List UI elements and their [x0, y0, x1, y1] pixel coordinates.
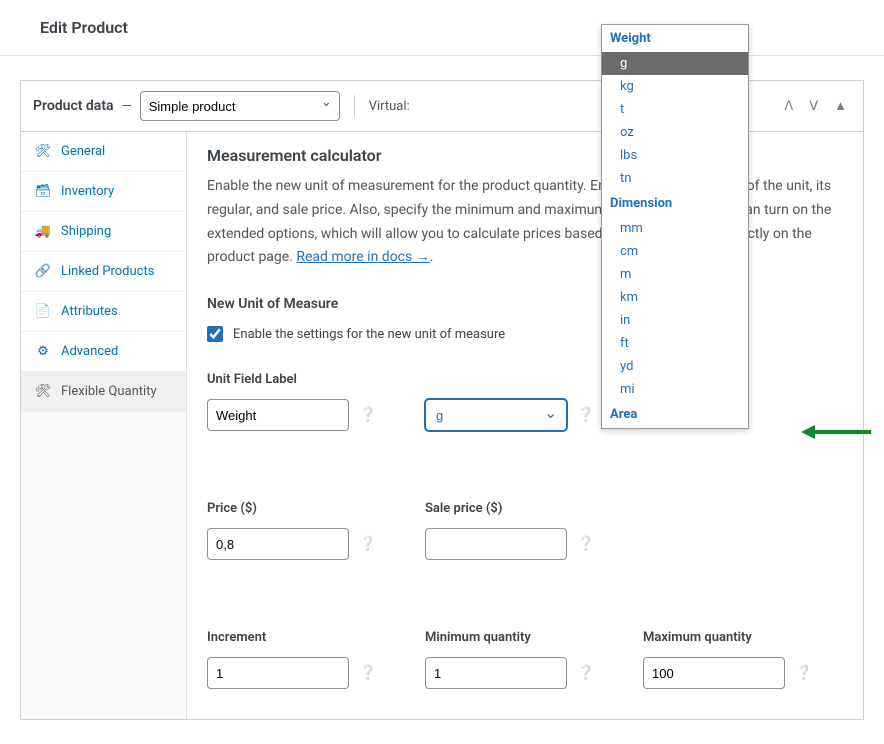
dropdown-group: Dimension — [602, 190, 748, 217]
dropdown-option[interactable]: t — [602, 98, 748, 121]
help-icon[interactable]: ❔ — [795, 664, 813, 682]
dropdown-option[interactable]: mi — [602, 378, 748, 401]
enable-checkbox-label: Enable the settings for the new unit of … — [233, 327, 505, 342]
tab-shipping[interactable]: 🚚 Shipping — [21, 212, 186, 252]
tab-label: Linked Products — [61, 264, 154, 279]
dropdown-group: Area — [602, 401, 748, 428]
annotation-arrow-icon — [801, 420, 871, 444]
panel-down-icon[interactable]: ᐯ — [805, 97, 822, 116]
tab-label: Advanced — [61, 344, 118, 359]
dropdown-option[interactable]: kg — [602, 75, 748, 98]
increment-input[interactable] — [207, 657, 349, 689]
unit-field-label-title: Unit Field Label — [207, 372, 407, 387]
max-qty-input[interactable] — [643, 657, 785, 689]
help-icon[interactable]: ❔ — [359, 406, 377, 424]
enable-checkbox[interactable] — [207, 326, 223, 342]
dropdown-option[interactable]: sq mm — [602, 428, 748, 429]
tab-general[interactable]: 🛠 General — [21, 132, 186, 172]
dropdown-option[interactable]: g — [602, 52, 748, 75]
tabs-sidebar: 🛠 General 🗃 Inventory 🚚 Shipping 🔗 Linke… — [21, 132, 187, 719]
product-data-panel: Product data — Simple product Virtual: ᐱ… — [20, 80, 864, 720]
docs-link[interactable]: Read more in docs → — [296, 249, 429, 265]
price-label: Price ($) — [207, 501, 407, 516]
unit-select-label — [425, 372, 625, 387]
dropdown-group: Weight — [602, 25, 748, 52]
tab-advanced[interactable]: ⚙ Advanced — [21, 332, 186, 372]
price-input[interactable] — [207, 528, 349, 560]
help-icon[interactable]: ❔ — [577, 664, 595, 682]
virtual-label: Virtual: — [369, 99, 410, 114]
dropdown-option[interactable]: m — [602, 263, 748, 286]
tab-flexible-quantity[interactable]: 🛠 Flexible Quantity — [21, 372, 186, 412]
min-qty-input[interactable] — [425, 657, 567, 689]
wrench-icon: 🛠 — [35, 144, 51, 159]
tab-label: Inventory — [61, 184, 114, 199]
sale-price-input[interactable] — [425, 528, 567, 560]
note-icon: 📄 — [35, 304, 51, 319]
help-icon[interactable]: ❔ — [577, 535, 595, 553]
panel-toggle-icon[interactable]: ▲ — [830, 96, 851, 116]
dropdown-option[interactable]: cm — [602, 240, 748, 263]
wrench-icon: 🛠 — [35, 384, 51, 399]
help-icon[interactable]: ❔ — [359, 535, 377, 553]
increment-label: Increment — [207, 630, 407, 645]
unit-select[interactable]: g — [425, 399, 567, 431]
dropdown-option[interactable]: ft — [602, 332, 748, 355]
archive-icon: 🗃 — [35, 184, 51, 199]
dropdown-option[interactable]: oz — [602, 121, 748, 144]
tab-content: Measurement calculator Enable the new un… — [187, 132, 863, 719]
gear-icon: ⚙ — [35, 344, 51, 359]
dropdown-option[interactable]: yd — [602, 355, 748, 378]
sale-price-label: Sale price ($) — [425, 501, 625, 516]
help-icon[interactable]: ❔ — [577, 406, 595, 424]
link-icon: 🔗 — [35, 264, 51, 279]
tab-label: General — [61, 144, 105, 159]
panel-up-icon[interactable]: ᐱ — [780, 97, 797, 116]
tab-label: Flexible Quantity — [61, 384, 157, 399]
product-type-select[interactable]: Simple product — [140, 91, 340, 121]
dropdown-option[interactable]: mm — [602, 217, 748, 240]
unit-dropdown-popup[interactable]: WeightgkgtozlbstnDimensionmmcmmkminftydm… — [601, 24, 749, 429]
dash: — — [122, 99, 132, 114]
dropdown-option[interactable]: lbs — [602, 144, 748, 167]
help-icon[interactable]: ❔ — [359, 664, 377, 682]
dropdown-option[interactable]: km — [602, 286, 748, 309]
tab-linked-products[interactable]: 🔗 Linked Products — [21, 252, 186, 292]
tab-label: Shipping — [61, 224, 111, 239]
tab-inventory[interactable]: 🗃 Inventory — [21, 172, 186, 212]
max-qty-label: Maximum quantity — [643, 630, 843, 645]
truck-icon: 🚚 — [35, 224, 51, 239]
tab-attributes[interactable]: 📄 Attributes — [21, 292, 186, 332]
unit-field-label-input[interactable] — [207, 399, 349, 431]
tab-label: Attributes — [61, 304, 118, 319]
min-qty-label: Minimum quantity — [425, 630, 625, 645]
divider — [354, 95, 355, 117]
dropdown-option[interactable]: tn — [602, 167, 748, 190]
dropdown-option[interactable]: in — [602, 309, 748, 332]
panel-title: Product data — [33, 98, 114, 114]
page-title: Edit Product — [0, 0, 884, 56]
